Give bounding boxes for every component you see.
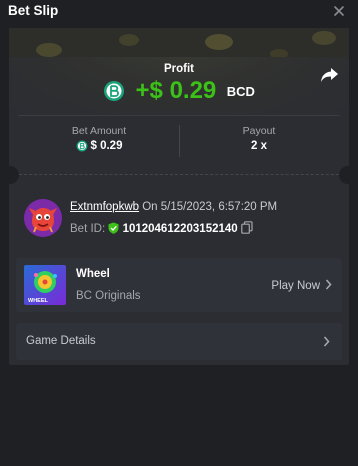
play-now-button[interactable]: Play Now: [271, 279, 332, 292]
ticket-notch-left: [1, 166, 19, 184]
game-title: Wheel: [76, 268, 110, 280]
bet-amount-value: $ 0.29: [90, 140, 123, 153]
profit-label: Profit: [163, 63, 195, 75]
game-card[interactable]: WHEEL Wheel BC Originals Play Now: [16, 258, 342, 312]
close-icon[interactable]: [332, 4, 346, 18]
chevron-right-icon: [325, 279, 332, 290]
bet-id-label: Bet ID:: [70, 223, 106, 235]
chevron-right-icon: [323, 336, 330, 347]
play-now-label: Play Now: [271, 280, 320, 292]
bet-amount-stat: Bet Amount $ 0.29: [19, 125, 179, 152]
avatar[interactable]: [24, 199, 62, 237]
payout-stat: Payout 2 x: [179, 125, 339, 152]
bet-date: On 5/15/2023, 6:57:20 PM: [142, 201, 278, 213]
bet-id-line: Bet ID: 101204612203152140: [70, 221, 253, 235]
player-info: Extnmfopkwb On 5/15/2023, 6:57:20 PM Bet…: [24, 199, 344, 239]
slip-title: Bet Slip: [8, 3, 59, 18]
profit-section: Profit +$ 0.29 BCD: [9, 57, 349, 115]
profit-currency: BCD: [226, 83, 255, 99]
profit-amount: +$ 0.29: [135, 77, 217, 104]
ticket-notch-right: [339, 166, 357, 184]
wheel-game-thumbnail: WHEEL: [24, 265, 66, 305]
payout-label: Payout: [242, 125, 276, 137]
profit-row: +$ 0.29 BCD: [9, 77, 349, 105]
bcd-coin-icon: [76, 140, 87, 152]
thumb-label: WHEEL: [28, 298, 49, 304]
share-icon[interactable]: [319, 66, 339, 84]
bet-id-value: 101204612203152140: [122, 223, 238, 235]
tear-line: [9, 174, 349, 176]
verified-shield-icon: [108, 222, 119, 234]
slip-header: Bet Slip: [0, 0, 358, 28]
payout-value: 2 x: [251, 140, 267, 152]
game-details-row[interactable]: Game Details: [16, 323, 342, 360]
game-provider: BC Originals: [76, 290, 141, 302]
player-line: Extnmfopkwb On 5/15/2023, 6:57:20 PM: [70, 201, 277, 213]
game-details-label: Game Details: [26, 335, 96, 347]
bet-amount-value-row: $ 0.29: [19, 140, 179, 152]
divider: [18, 115, 340, 116]
bcd-coin-icon: [104, 81, 125, 101]
bet-amount-label: Bet Amount: [71, 125, 127, 137]
copy-icon[interactable]: [241, 221, 253, 234]
bet-stats: Bet Amount $ 0.29 Payout 2 x: [9, 115, 349, 167]
player-name-link[interactable]: Extnmfopkwb: [70, 201, 139, 213]
